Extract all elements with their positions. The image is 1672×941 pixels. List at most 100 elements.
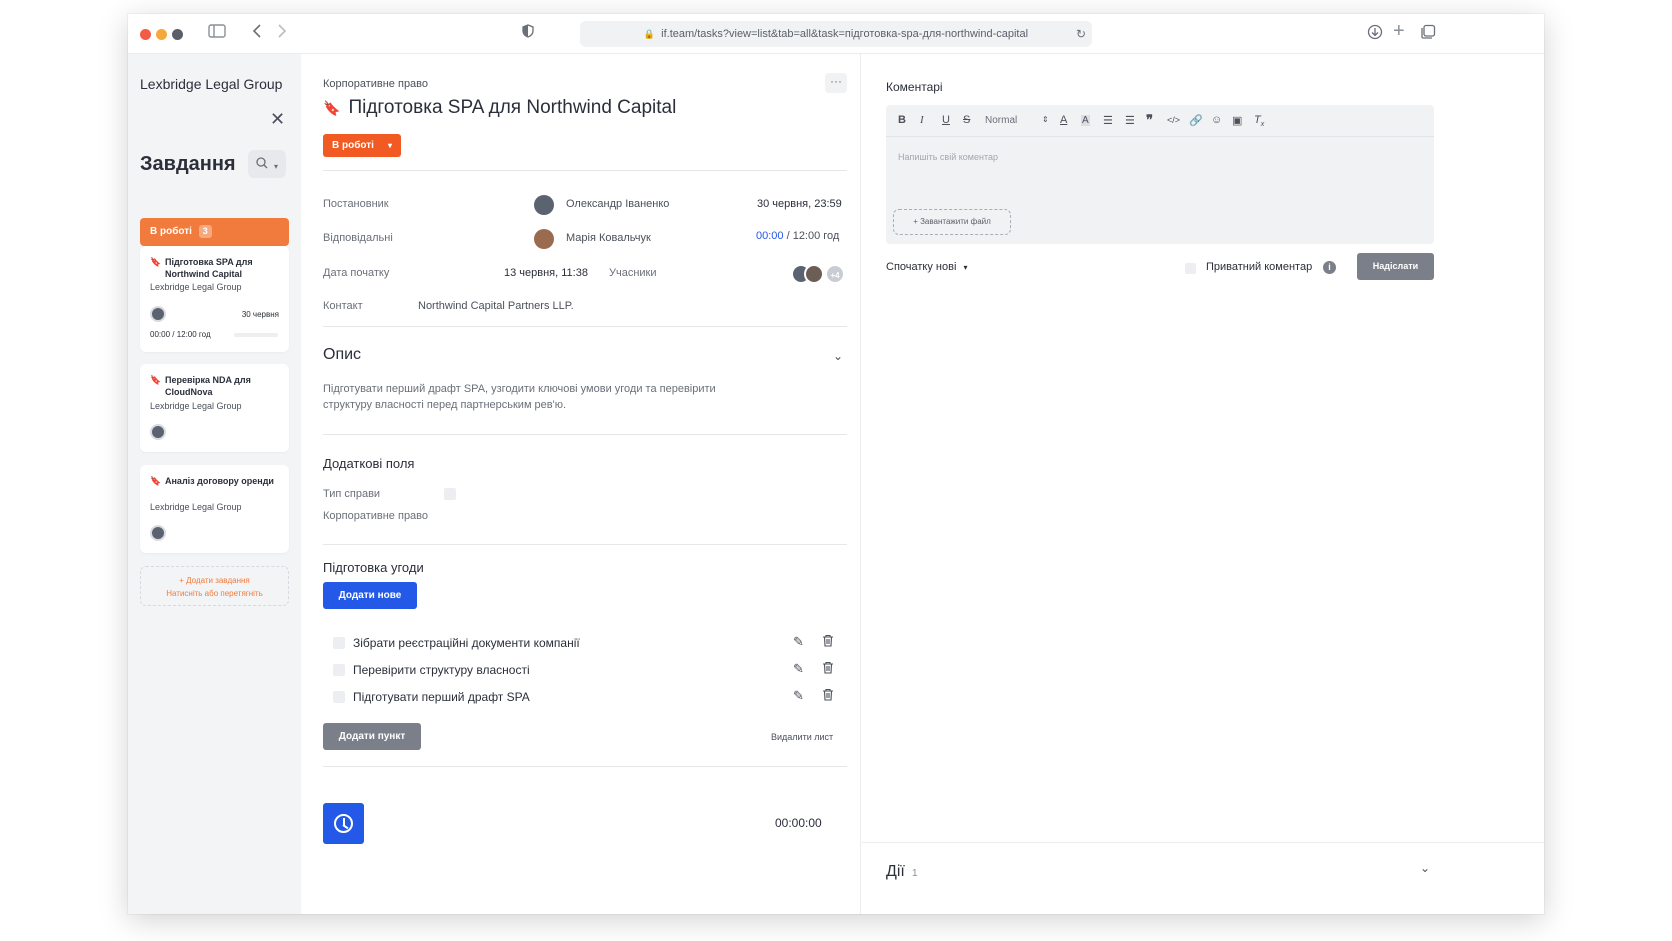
- status-column-header[interactable]: В роботі 3: [140, 218, 289, 246]
- checklist-item: Перевірити структуру власності ✎: [323, 660, 847, 680]
- send-button[interactable]: Надіслати: [1357, 253, 1434, 280]
- clear-format-icon[interactable]: Tx: [1254, 114, 1264, 128]
- new-tab-icon[interactable]: +: [1393, 21, 1405, 41]
- chevron-down-icon[interactable]: ⌄: [833, 349, 843, 363]
- task-card[interactable]: 🔖 Підготовка SPA для Northwind Capital L…: [140, 246, 289, 352]
- delete-list-link[interactable]: Видалити лист: [771, 732, 833, 742]
- sidebar-toggle-icon[interactable]: [208, 24, 226, 44]
- add-task-dropzone[interactable]: + Додати завдання Натисніть або перетягн…: [140, 566, 289, 606]
- trash-icon[interactable]: [822, 661, 834, 677]
- assignee-name[interactable]: Марія Ковальчук: [566, 232, 651, 244]
- case-type-value: Корпоративне право: [323, 510, 429, 522]
- ellipsis-icon: ···: [830, 74, 842, 88]
- add-task-label: + Додати завдання: [179, 576, 250, 585]
- contact-label: Контакт: [323, 300, 363, 312]
- bookmark-icon: 🔖: [150, 375, 162, 385]
- description-text[interactable]: Підготувати перший драфт SPA, узгодити к…: [323, 381, 763, 413]
- close-icon[interactable]: ✕: [270, 109, 285, 130]
- organization-name: Lexbridge Legal Group: [140, 76, 283, 92]
- pencil-icon[interactable]: ✎: [793, 661, 804, 677]
- checklist-item: Зібрати реєстраційні документи компанії …: [323, 633, 847, 653]
- contact-value[interactable]: Northwind Capital Partners LLP.: [418, 300, 574, 312]
- task-card[interactable]: 🔖 Перевірка NDA для CloudNova Lexbridge …: [140, 364, 289, 452]
- sort-label: Спочатку нові: [886, 261, 957, 273]
- lock-icon: 🔒: [643, 29, 656, 39]
- timer-button[interactable]: [323, 803, 364, 844]
- quote-icon[interactable]: ❞: [1146, 112, 1153, 128]
- time-estimate: / 12:00 год: [783, 230, 840, 242]
- chevron-down-icon[interactable]: ⌄: [1420, 861, 1430, 875]
- checklist-item-text[interactable]: Зібрати реєстраційні документи компанії: [353, 636, 580, 650]
- case-type-checkbox[interactable]: [444, 488, 456, 500]
- add-new-button[interactable]: Додати нове: [323, 582, 417, 609]
- ordered-list-icon[interactable]: ☰: [1103, 114, 1113, 127]
- actions-section[interactable]: Дії 1 ⌄: [862, 842, 1544, 914]
- pencil-icon[interactable]: ✎: [793, 634, 804, 650]
- comments-heading: Коментарі: [886, 80, 943, 94]
- avatar: [804, 264, 824, 284]
- checklist-item-text[interactable]: Підготувати перший драфт SPA: [353, 690, 530, 704]
- zoom-window-dot[interactable]: [172, 29, 183, 40]
- reload-icon[interactable]: ↻: [1076, 21, 1086, 47]
- italic-icon[interactable]: I: [920, 114, 924, 126]
- highlight-icon[interactable]: A: [1081, 115, 1090, 126]
- code-icon[interactable]: </>: [1167, 115, 1180, 125]
- comment-editor: B I U S Normal ⇕ A A ☰ ☰ ❞ </> 🔗 ☺ ▣ Tx …: [886, 105, 1434, 244]
- upload-file-button[interactable]: + Завантажити файл: [893, 209, 1011, 235]
- text-color-icon[interactable]: A: [1060, 114, 1067, 126]
- creator-name[interactable]: Олександр Іваненко: [566, 198, 669, 210]
- private-comment-checkbox[interactable]: [1185, 263, 1196, 274]
- forward-arrow-icon[interactable]: [277, 24, 287, 44]
- checklist-checkbox[interactable]: [333, 664, 345, 676]
- pencil-icon[interactable]: ✎: [793, 688, 804, 704]
- address-bar[interactable]: 🔒 if.team/tasks?view=list&tab=all&task=пі…: [580, 21, 1092, 47]
- time-tracking[interactable]: 00:00 / 12:00 год: [756, 230, 839, 242]
- trash-icon[interactable]: [822, 688, 834, 704]
- status-column-count: 3: [198, 225, 212, 238]
- back-arrow-icon[interactable]: [252, 24, 262, 44]
- minimize-window-dot[interactable]: [156, 29, 167, 40]
- task-card[interactable]: 🔖 Аналіз договору оренди Lexbridge Legal…: [140, 465, 289, 553]
- actions-heading: Дії: [886, 863, 905, 880]
- divider: [323, 544, 847, 545]
- privacy-shield-icon[interactable]: [522, 24, 534, 44]
- task-card-title: Аналіз договору оренди: [165, 476, 274, 486]
- close-window-dot[interactable]: [140, 29, 151, 40]
- underline-icon[interactable]: U: [942, 114, 950, 126]
- format-select[interactable]: Normal: [985, 115, 1017, 126]
- bookmark-icon[interactable]: 🔖: [323, 100, 340, 116]
- trash-icon[interactable]: [822, 634, 834, 650]
- more-options-button[interactable]: ···: [825, 73, 847, 93]
- select-arrows-icon[interactable]: ⇕: [1042, 115, 1049, 124]
- extra-fields-heading: Додаткові поля: [323, 456, 415, 471]
- task-card-date: 30 червня: [241, 310, 279, 319]
- checklist-checkbox[interactable]: [333, 691, 345, 703]
- start-date-value[interactable]: 13 червня, 11:38: [504, 267, 588, 279]
- add-item-button[interactable]: Додати пункт: [323, 723, 421, 750]
- participants-more-badge[interactable]: +4: [825, 264, 845, 284]
- bullet-list-icon[interactable]: ☰: [1125, 114, 1135, 127]
- bold-icon[interactable]: B: [898, 114, 906, 126]
- status-dropdown[interactable]: В роботі ▾: [323, 134, 401, 157]
- image-icon[interactable]: ▣: [1232, 114, 1242, 127]
- checklist-item-text[interactable]: Перевірити структуру власності: [353, 663, 530, 677]
- tabs-overview-icon[interactable]: [1420, 24, 1436, 46]
- strikethrough-icon[interactable]: S: [963, 114, 970, 126]
- download-icon[interactable]: [1367, 24, 1383, 46]
- browser-window: 🔒 if.team/tasks?view=list&tab=all&task=пі…: [128, 14, 1544, 914]
- task-card-company: Lexbridge Legal Group: [150, 282, 242, 292]
- emoji-icon[interactable]: ☺: [1211, 114, 1222, 126]
- comments-panel: Коментарі B I U S Normal ⇕ A A ☰ ☰ ❞ </>…: [862, 54, 1544, 914]
- link-icon[interactable]: 🔗: [1189, 114, 1203, 127]
- tasks-heading: Завдання: [140, 153, 236, 175]
- chevron-down-icon: ▾: [273, 162, 278, 171]
- avatar: [150, 525, 166, 541]
- sort-dropdown[interactable]: Спочатку нові ▾: [886, 261, 967, 273]
- comment-input[interactable]: Напишіть свій коментар: [898, 152, 998, 162]
- info-icon[interactable]: i: [1323, 261, 1336, 274]
- created-date: 30 червня, 23:59: [757, 198, 842, 210]
- add-task-hint: Натисніть або перетягніть: [166, 589, 263, 598]
- case-type-label: Тип справи: [323, 488, 381, 500]
- checklist-checkbox[interactable]: [333, 637, 345, 649]
- search-button[interactable]: ▾: [248, 150, 286, 178]
